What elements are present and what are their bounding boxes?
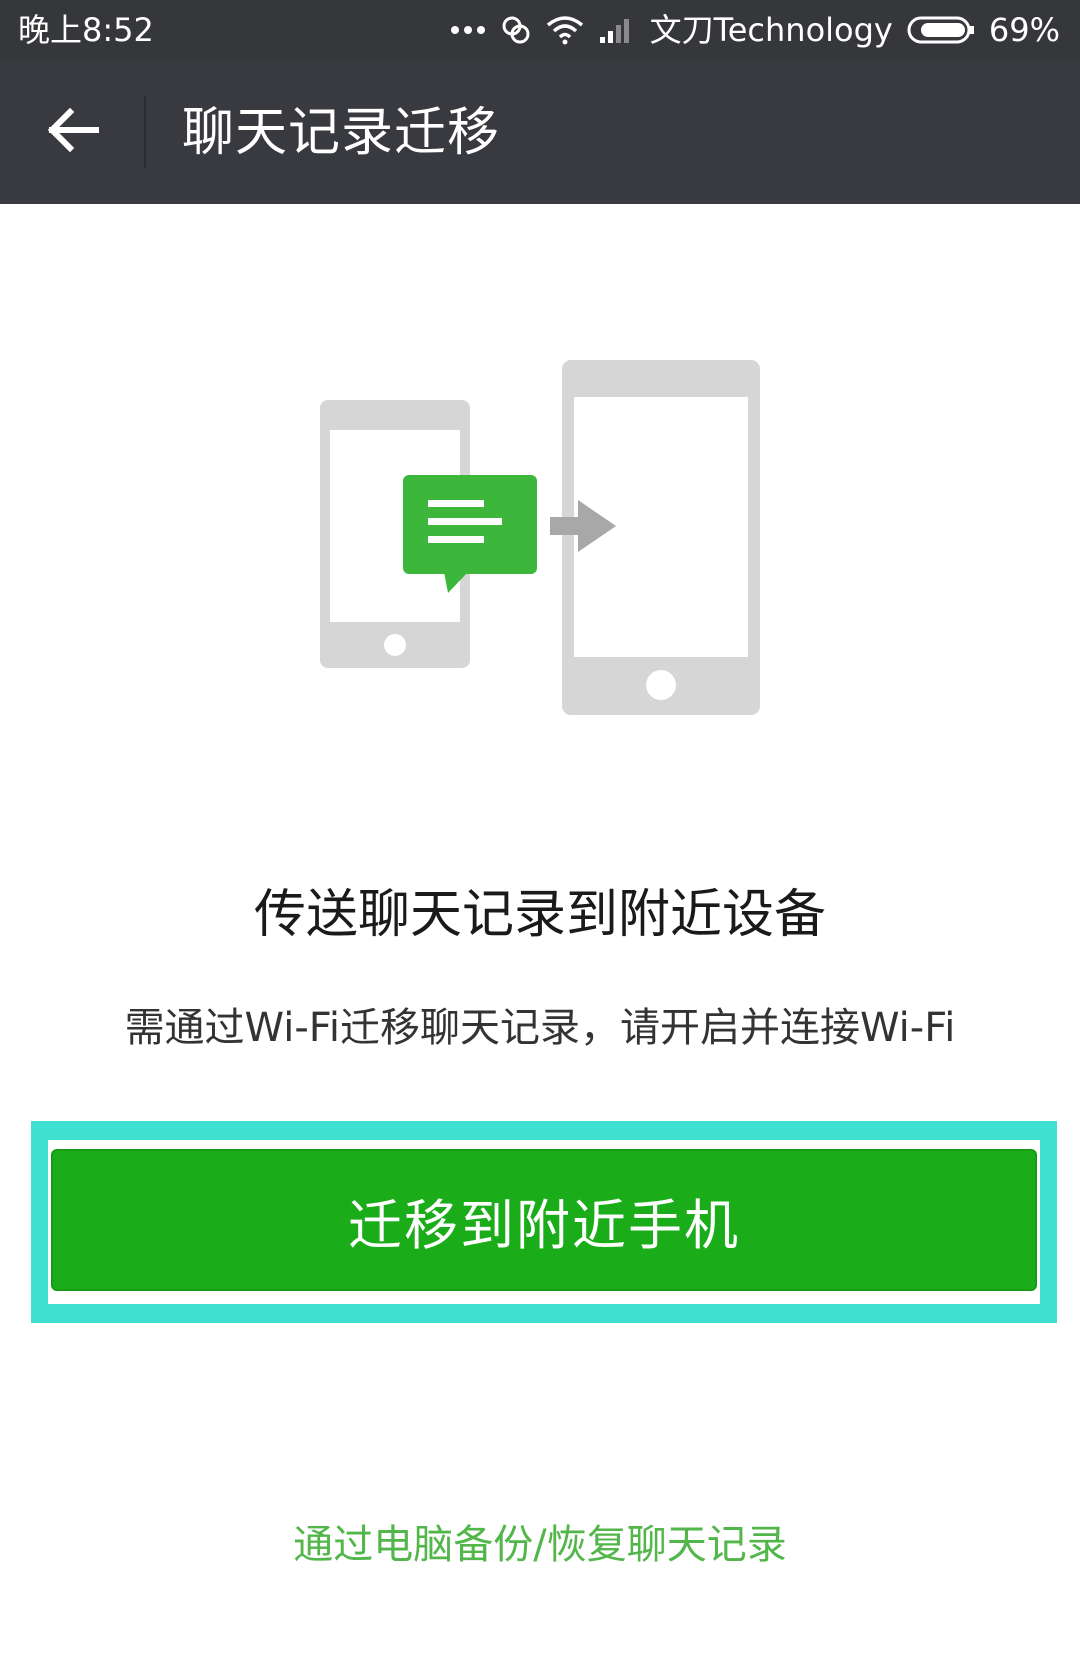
transfer-heading: 传送聊天记录到附近设备 (253, 885, 826, 945)
chat-migration-screen: 晚上8:52 文刀Technology 69% 聊天记录迁移 传送聊天记录到附近… (0, 0, 1080, 1670)
battery-icon (907, 15, 975, 45)
page-title: 聊天记录迁移 (182, 103, 501, 163)
migrate-to-nearby-phone-button[interactable]: 迁移到附近手机 (51, 1149, 1037, 1291)
phone-to-phone-transfer-icon (310, 355, 770, 725)
battery-percentage: 69% (988, 11, 1060, 49)
more-dots-icon (450, 24, 486, 36)
back-button[interactable] (34, 94, 110, 170)
carrier-name: 文刀Technology (649, 11, 893, 49)
pc-backup-restore-link[interactable]: 通过电脑备份/恢复聊天记录 (0, 1515, 1080, 1575)
title-divider (144, 96, 146, 168)
title-bar: 聊天记录迁移 (0, 60, 1080, 204)
status-icons: 文刀Technology 69% (450, 8, 1060, 52)
status-time: 晚上8:52 (18, 11, 154, 49)
status-bar: 晚上8:52 文刀Technology 69% (0, 0, 1080, 60)
wifi-icon (546, 15, 584, 45)
back-arrow-icon (44, 106, 100, 158)
sync-icon (500, 14, 532, 46)
wifi-hint-text: 需通过Wi-Fi迁移聊天记录，请开启并连接Wi-Fi (124, 1005, 956, 1051)
signal-icon (598, 15, 636, 45)
